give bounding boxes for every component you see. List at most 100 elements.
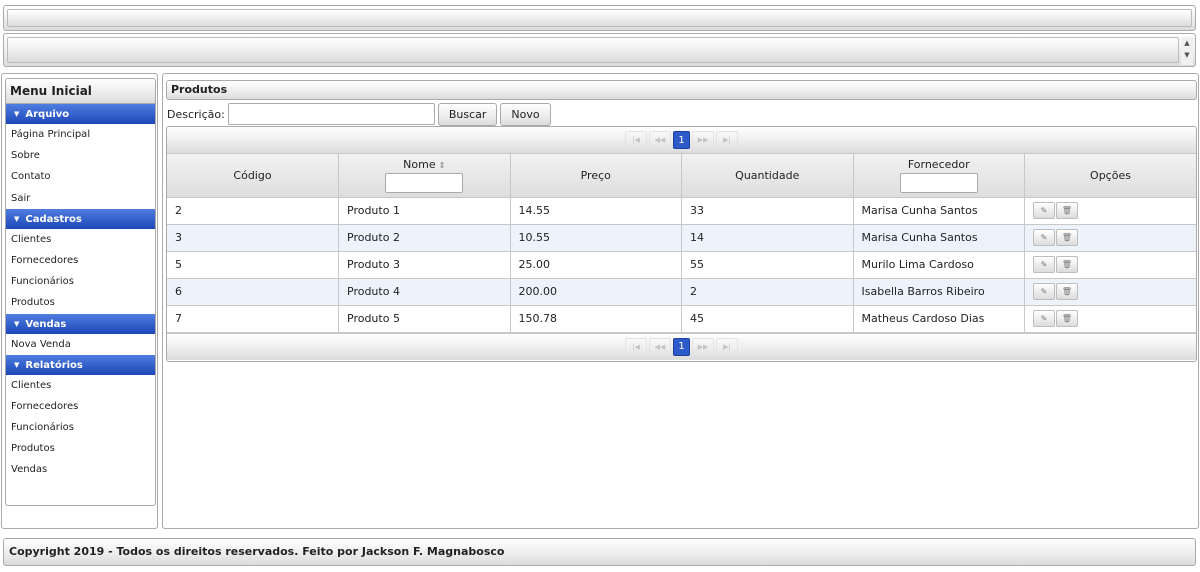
products-table: Código Nome ⇕ Preço Quantidade Fornecedor… [167,154,1196,333]
first-page-icon[interactable]: |◀ [625,337,647,356]
menu-item-relatorio-fornecedores[interactable]: Fornecedores [6,396,155,417]
table-row[interactable]: 5 Produto 3 25.00 55 Murilo Lima Cardoso… [167,251,1196,279]
col-header-label: Preço [580,168,611,182]
menu-item-produtos[interactable]: Produtos [6,292,155,313]
delete-button[interactable]: 🗑 [1056,283,1078,300]
menu-header-cadastros[interactable]: ▼ Cadastros [6,208,155,229]
edit-button[interactable]: ✎ [1033,283,1055,300]
last-page-icon[interactable]: ▶| [716,337,738,356]
table-row[interactable]: 6 Produto 4 200.00 2 Isabella Barros Rib… [167,278,1196,306]
col-header-nome[interactable]: Nome ⇕ [338,154,511,198]
top-bar-secondary-inner [7,37,1179,63]
filter-nome-input[interactable] [385,172,464,193]
scroll-down-icon[interactable]: ▼ [1181,49,1193,61]
menu-item-nova-venda[interactable]: Nova Venda [6,334,155,355]
col-header-label: Nome [403,157,436,171]
cell-codigo: 6 [167,278,339,306]
cell-fornecedor: Marisa Cunha Santos [853,197,1025,225]
cell-opcoes: ✎ 🗑 [1024,197,1196,225]
col-header-label-wrap: Nome ⇕ [339,158,510,171]
menu-item-pagina-principal[interactable]: Página Principal [6,124,155,145]
menu-item-funcionarios[interactable]: Funcionários [6,271,155,292]
prev-page-icon[interactable]: ◀◀ [649,131,671,149]
menu-item-relatorio-produtos[interactable]: Produtos [6,438,155,459]
menu-header-label: Relatórios [25,359,83,371]
menu-item-contato[interactable]: Contato [6,166,155,187]
trash-icon: 🗑 [1061,314,1073,323]
next-page-icon[interactable]: ▶▶ [692,337,714,356]
col-header-label: Quantidade [735,168,800,182]
trash-icon: 🗑 [1061,260,1073,269]
edit-button[interactable]: ✎ [1033,202,1055,219]
menu-item-sair[interactable]: Sair [6,188,155,209]
west-panel: Menu Inicial ▼ Arquivo Página Principal S… [1,73,158,529]
delete-button[interactable]: 🗑 [1056,229,1078,246]
top-bar [3,5,1196,31]
edit-button[interactable]: ✎ [1033,310,1055,327]
delete-button[interactable]: 🗑 [1056,310,1078,327]
cell-codigo: 5 [167,251,339,279]
caret-down-icon: ▼ [14,110,20,118]
cell-opcoes: ✎ 🗑 [1024,251,1196,279]
cell-preco: 10.55 [510,224,682,252]
cell-codigo: 2 [167,197,339,225]
menu-header-arquivo[interactable]: ▼ Arquivo [6,104,155,124]
cell-preco: 25.00 [510,251,682,279]
edit-button[interactable]: ✎ [1033,256,1055,273]
col-header-label: Fornecedor [907,157,970,171]
page-number[interactable]: 1 [673,337,690,356]
top-scrollbar[interactable]: ▲ ▼ [1181,37,1193,65]
menu-item-clientes[interactable]: Clientes [6,229,155,250]
delete-button[interactable]: 🗑 [1056,202,1078,219]
scroll-up-icon[interactable]: ▲ [1181,37,1193,49]
next-page-icon[interactable]: ▶▶ [692,131,714,149]
menu-item-relatorio-vendas[interactable]: Vendas [6,459,155,480]
menu-title: Menu Inicial [6,79,155,104]
cell-opcoes: ✎ 🗑 [1024,305,1196,333]
menu-header-relatorios[interactable]: ▼ Relatórios [6,354,155,375]
menu-header-vendas[interactable]: ▼ Vendas [6,313,155,334]
table-row[interactable]: 3 Produto 2 10.55 14 Marisa Cunha Santos… [167,224,1196,252]
description-input[interactable] [227,103,435,125]
filter-fornecedor-input[interactable] [899,172,978,193]
new-button[interactable]: Novo [500,102,551,126]
table-row[interactable]: 2 Produto 1 14.55 33 Marisa Cunha Santos… [167,197,1196,225]
prev-page-icon[interactable]: ◀◀ [649,337,671,356]
caret-down-icon: ▼ [14,214,20,223]
delete-button[interactable]: 🗑 [1056,256,1078,273]
menu-item-relatorio-funcionarios[interactable]: Funcionários [6,417,155,438]
cell-nome: Produto 2 [338,224,511,252]
cell-quantidade: 45 [681,305,854,333]
table-row[interactable]: 7 Produto 5 150.78 45 Matheus Cardoso Di… [167,305,1196,333]
search-button[interactable]: Buscar [437,102,498,126]
pencil-icon: ✎ [1040,233,1048,242]
cell-quantidade: 55 [681,251,854,279]
page-number[interactable]: 1 [673,131,690,149]
first-page-icon[interactable]: |◀ [625,131,647,149]
center-panel: Produtos Descrição: Buscar Novo |◀ ◀◀ 1 … [162,73,1199,529]
caret-down-icon: ▼ [14,360,20,369]
cell-fornecedor: Marisa Cunha Santos [853,224,1025,252]
col-header-label: Código [233,168,272,182]
cell-nome: Produto 5 [338,305,511,333]
menu-header-label: Vendas [25,318,67,330]
col-header-label: Opções [1090,168,1131,182]
cell-opcoes: ✎ 🗑 [1024,278,1196,306]
cell-fornecedor: Isabella Barros Ribeiro [853,278,1025,306]
menu-item-fornecedores[interactable]: Fornecedores [6,250,155,271]
paginator-bottom: |◀ ◀◀ 1 ▶▶ ▶| [167,332,1196,360]
sort-icon[interactable]: ⇕ [439,161,446,170]
menu-item-relatorio-clientes[interactable]: Clientes [6,375,155,396]
cell-opcoes: ✎ 🗑 [1024,224,1196,252]
pencil-icon: ✎ [1040,260,1048,269]
trash-icon: 🗑 [1061,233,1073,242]
cell-preco: 200.00 [510,278,682,306]
search-form: Descrição: Buscar Novo [167,102,551,126]
footer: Copyright 2019 - Todos os direitos reser… [3,538,1196,566]
cell-preco: 150.78 [510,305,682,333]
edit-button[interactable]: ✎ [1033,229,1055,246]
last-page-icon[interactable]: ▶| [716,131,738,149]
trash-icon: 🗑 [1061,287,1073,296]
menu-item-sobre[interactable]: Sobre [6,145,155,166]
col-header-opcoes: Opções [1024,154,1196,198]
